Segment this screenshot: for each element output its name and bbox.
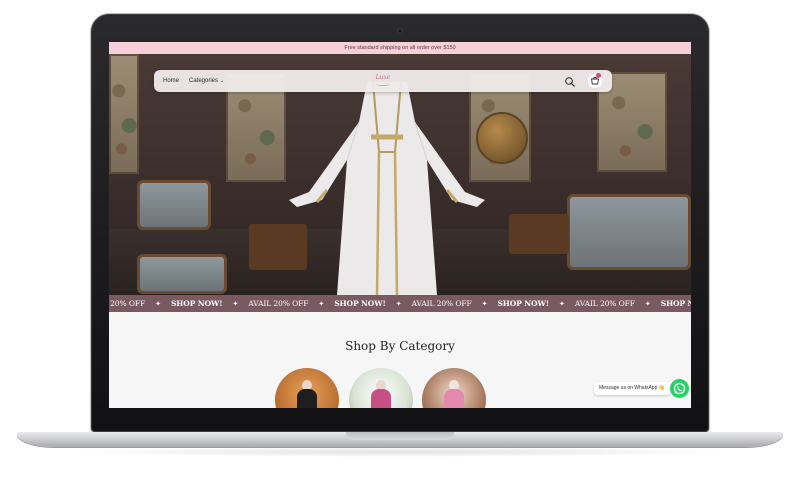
search-button[interactable]: [564, 75, 576, 87]
cart-count-badge: [596, 73, 601, 78]
promo-marquee[interactable]: L 20% OFF ✦ SHOP NOW! ✦ AVAIL 20% OFF ✦ …: [109, 295, 691, 312]
whatsapp-icon: [673, 382, 686, 395]
nav-categories-label: Categories: [189, 78, 219, 84]
nav-categories-dropdown[interactable]: Categories ⌄: [189, 70, 224, 92]
category-image-black-abaya: [297, 389, 317, 408]
side-table-right: [509, 214, 569, 254]
nav-home-link[interactable]: Home: [163, 70, 179, 92]
ottoman: [137, 254, 227, 294]
star-separator-icon: ✦: [155, 300, 161, 308]
category-image-pink-dress: [371, 389, 391, 408]
marquee-offer: AVAIL 20% OFF: [411, 299, 472, 308]
whatsapp-button[interactable]: [670, 379, 689, 398]
category-tile-3[interactable]: [422, 368, 486, 408]
marquee-fragment: L 20% OFF: [109, 299, 146, 308]
announcement-bar: Free standard shipping on all order over…: [109, 42, 691, 54]
whatsapp-message-label[interactable]: Message us on WhatsApp 👋: [594, 382, 670, 395]
white-kaftan-model: [287, 82, 487, 295]
shop-by-category-heading: Shop By Category: [345, 339, 455, 353]
laptop-notch: [346, 432, 454, 440]
star-separator-icon: ✦: [481, 300, 488, 308]
category-image-pink-dress-arch: [444, 389, 464, 408]
marquee-offer: AVAIL 20% OFF: [574, 299, 635, 308]
marquee-shop-now[interactable]: SHOP NOW!: [661, 299, 691, 308]
chevron-down-icon: ⌄: [220, 78, 225, 84]
window-panel: [109, 54, 139, 174]
marquee-track: L 20% OFF ✦ SHOP NOW! ✦ AVAIL 20% OFF ✦ …: [109, 295, 691, 312]
category-tile-1[interactable]: [275, 368, 339, 408]
marquee-offer: AVAIL 20% OFF: [248, 299, 309, 308]
cart-button[interactable]: [588, 73, 602, 88]
camera-icon: [397, 28, 403, 34]
wave-emoji-icon: 👋: [658, 385, 665, 391]
search-icon: [565, 77, 575, 87]
sofa-right: [567, 194, 691, 270]
star-separator-icon: ✦: [395, 300, 402, 308]
logo-text: Luxe: [375, 74, 391, 81]
laptop-mockup: Free standard shipping on all order over…: [0, 0, 800, 480]
marquee-shop-now[interactable]: SHOP NOW!: [334, 299, 386, 308]
star-separator-icon: ✦: [558, 300, 565, 308]
navbar: Home Categories ⌄ Luxe: [154, 70, 612, 92]
logo-flourish: [376, 82, 390, 86]
website-screen: Free standard shipping on all order over…: [109, 42, 691, 408]
brand-logo[interactable]: Luxe: [367, 73, 399, 89]
chair-left: [137, 180, 211, 230]
category-tile-2[interactable]: [349, 368, 413, 408]
star-separator-icon: ✦: [318, 300, 325, 308]
marquee-shop-now[interactable]: SHOP NOW!: [497, 299, 549, 308]
hero-banner[interactable]: Home Categories ⌄ Luxe: [109, 54, 691, 295]
marquee-shop-now[interactable]: SHOP NOW!: [171, 299, 223, 308]
star-separator-icon: ✦: [232, 300, 239, 308]
whatsapp-label-text: Message us on WhatsApp: [599, 385, 658, 391]
star-separator-icon: ✦: [644, 300, 651, 308]
